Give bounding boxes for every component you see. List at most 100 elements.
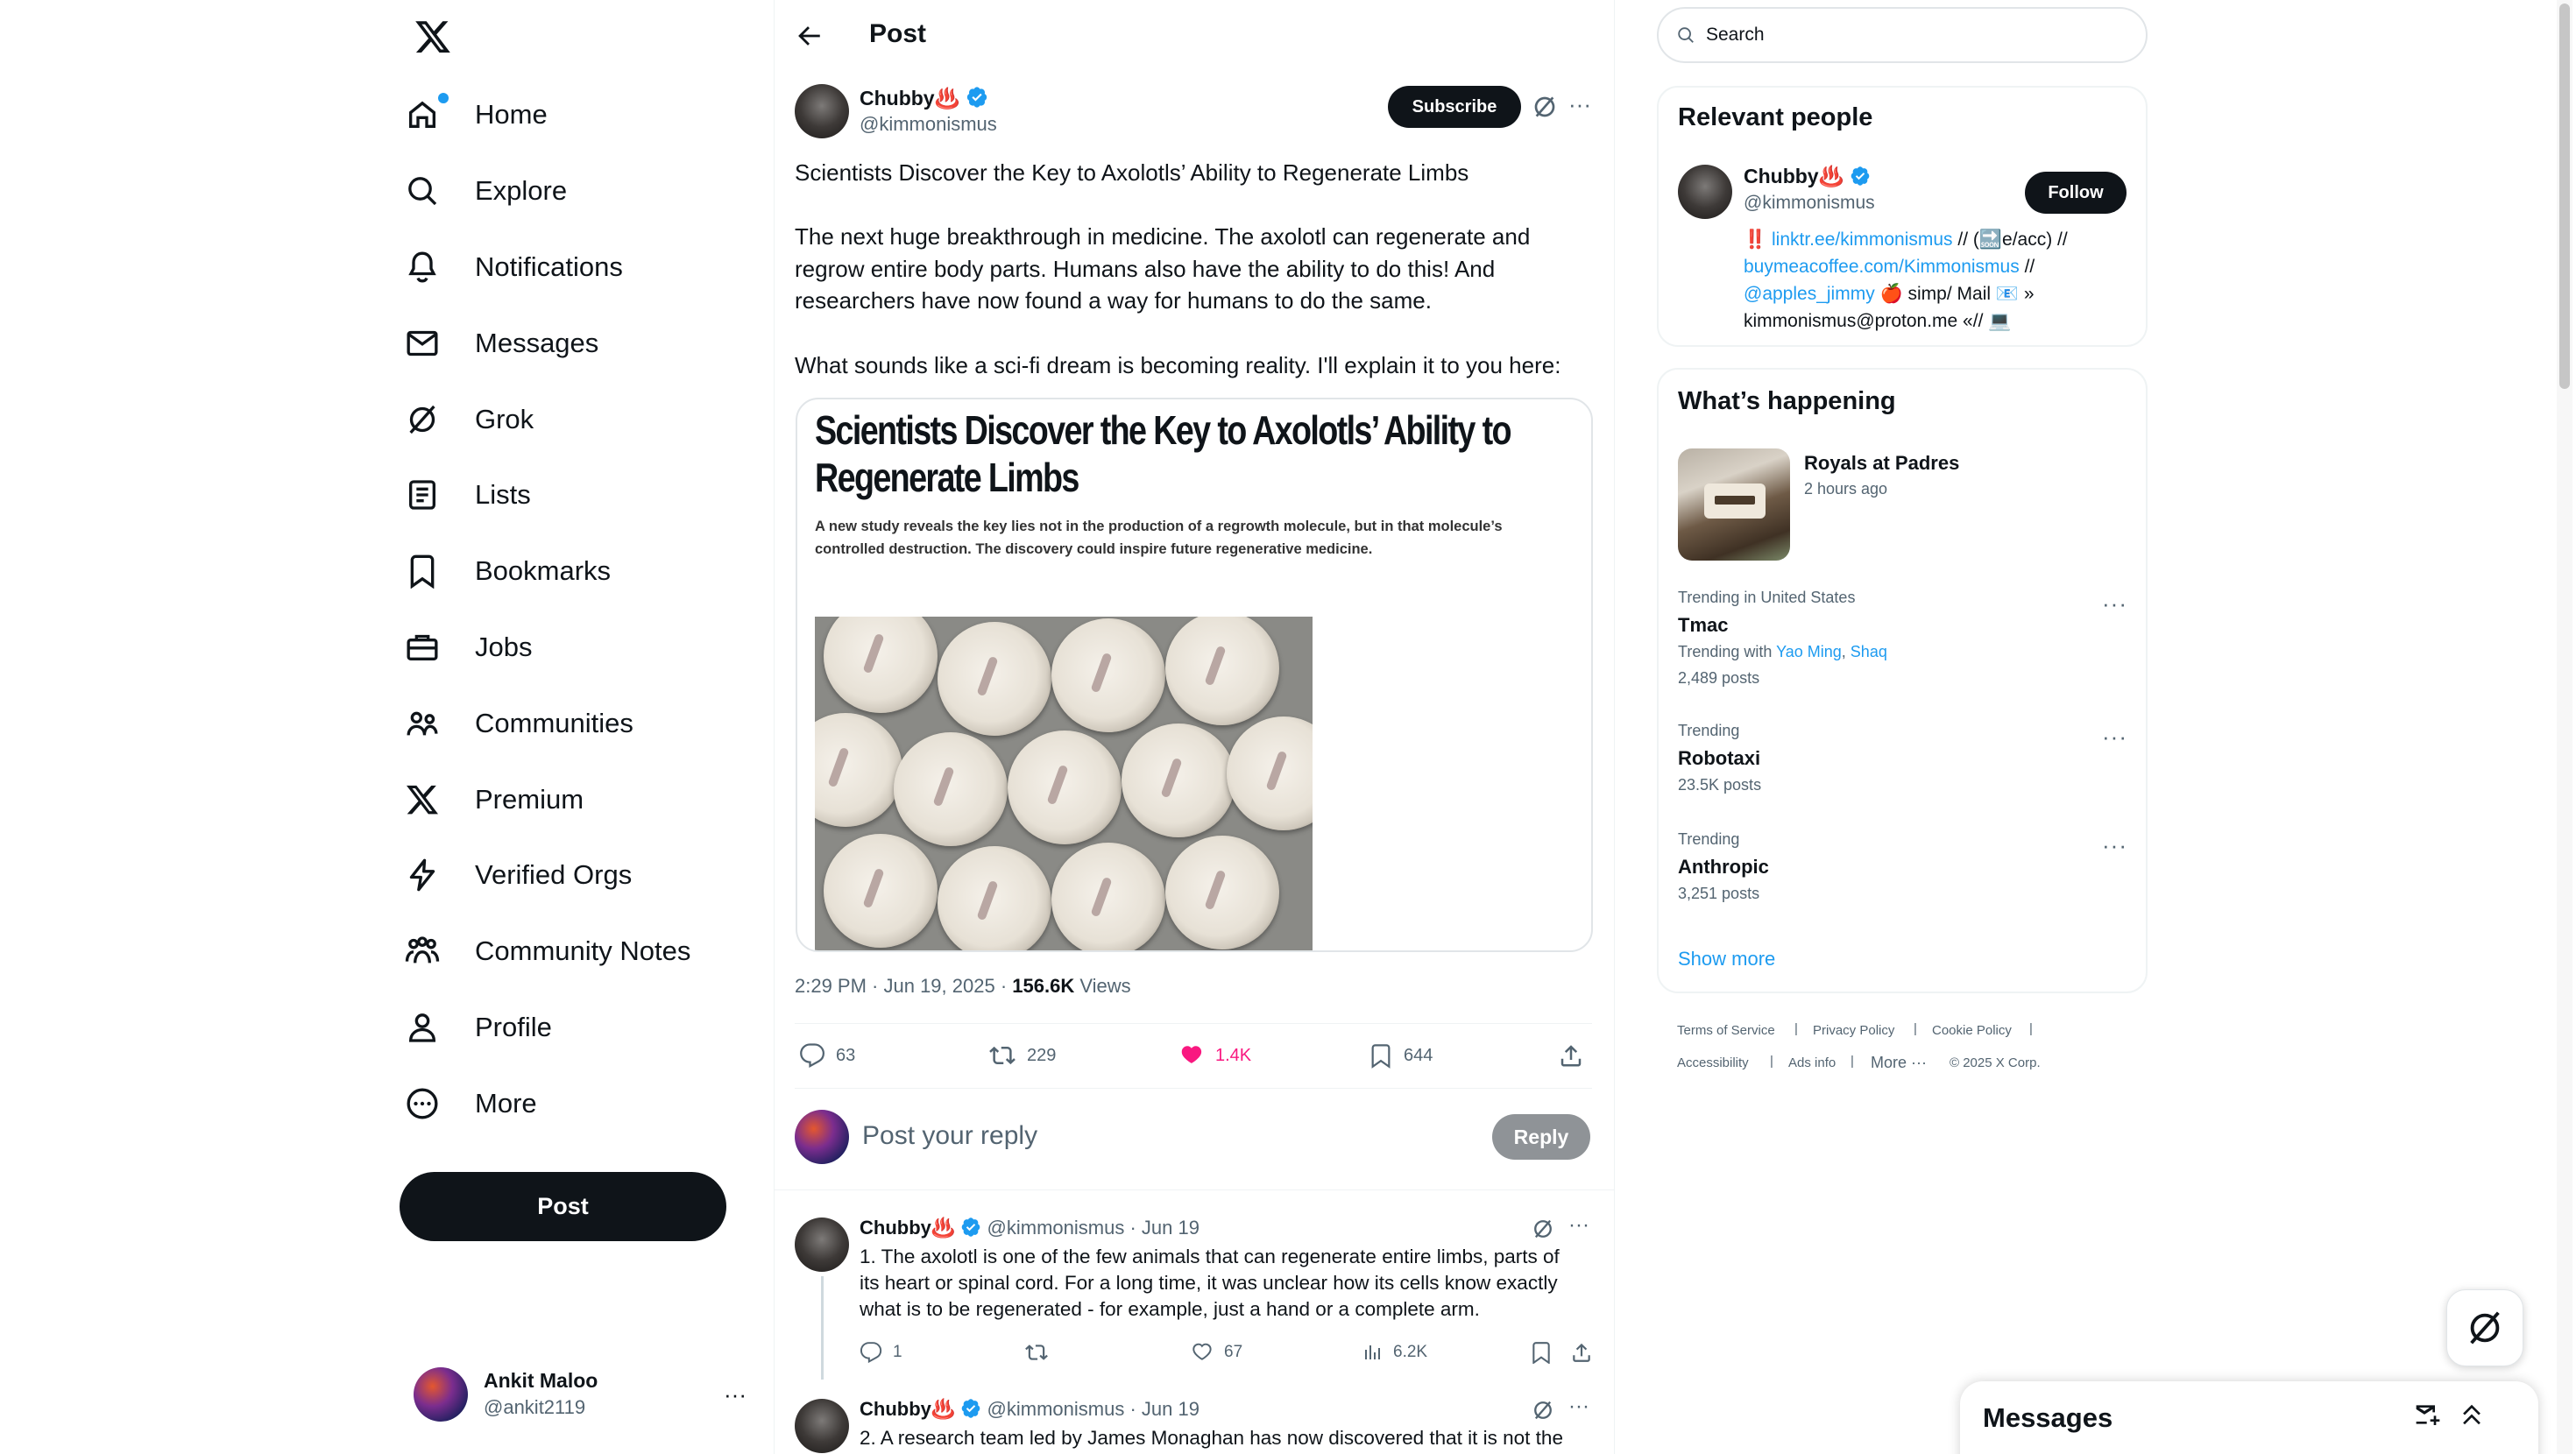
trend-more-icon[interactable]: ··· (2102, 723, 2127, 751)
thread-reply-action[interactable]: 1 (860, 1341, 902, 1364)
author-handle[interactable]: @kimmonismus (860, 113, 997, 136)
thread-more-icon[interactable]: ··· (1568, 1213, 1589, 1238)
trend-posts: 2,489 posts (1678, 669, 1760, 687)
author-name[interactable]: Chubby♨️ (860, 86, 988, 110)
trend-more-icon[interactable]: ··· (2102, 832, 2127, 859)
messages-drawer-title: Messages (1983, 1402, 2113, 1433)
post-text-line: Scientists Discover the Key to Axolotls’… (795, 159, 1469, 186)
thread-like-action[interactable]: 67 (1191, 1341, 1242, 1364)
bio-link[interactable]: linktr.ee/kimmonismus (1772, 229, 1953, 250)
sidebar-item-messages[interactable]: Messages (405, 313, 598, 374)
thread-more-icon[interactable]: ··· (1568, 1394, 1589, 1419)
thread-author-name[interactable]: Chubby♨️ (860, 1217, 955, 1239)
trend-with-link[interactable]: Shaq (1851, 643, 1887, 660)
relevant-avatar[interactable] (1678, 165, 1732, 219)
relevant-people-card: Relevant people Chubby♨️ @kimmonismus Fo… (1657, 86, 2148, 347)
thread-header: Chubby♨️ @kimmonismus · Jun 19 (860, 1217, 1200, 1239)
bookmark-icon[interactable] (1530, 1341, 1553, 1368)
trend-name: Anthropic (1678, 856, 1769, 878)
thread-handle[interactable]: @kimmonismus (987, 1398, 1125, 1420)
reply-icon (800, 1043, 825, 1069)
footer-more-link[interactable]: More ··· (1871, 1054, 1927, 1072)
user-avatar (795, 1110, 849, 1164)
scrollbar-thumb[interactable] (2559, 4, 2570, 389)
trend-item[interactable]: Trending Robotaxi 23.5K posts ··· (1678, 722, 2134, 809)
follow-button[interactable]: Follow (2025, 172, 2127, 214)
thread-views-action[interactable]: 6.2K (1362, 1341, 1427, 1364)
sidebar-item-notifications[interactable]: Notifications (405, 236, 623, 298)
trend-item[interactable]: Trending Anthropic 3,251 posts ··· (1678, 830, 2134, 918)
sidebar-item-more[interactable]: More (405, 1073, 537, 1134)
trend-item[interactable]: Trending in United States Tmac Trending … (1678, 589, 2134, 702)
messages-drawer[interactable]: Messages (1960, 1381, 2538, 1454)
footer-link[interactable]: Terms of Service (1677, 1023, 1775, 1038)
sidebar-item-premium[interactable]: Premium (405, 769, 584, 830)
bell-icon (405, 250, 440, 285)
relevant-name[interactable]: Chubby♨️ (1744, 165, 1871, 188)
thread-date[interactable]: · Jun 19 (1129, 1217, 1200, 1239)
thread-repost-action[interactable] (1024, 1341, 1049, 1364)
trend-context: Trending in United States (1678, 589, 1856, 606)
sidebar-item-explore[interactable]: Explore (405, 160, 567, 222)
back-arrow-icon[interactable] (794, 21, 824, 51)
thread-avatar[interactable] (795, 1218, 849, 1272)
sidebar-item-home[interactable]: Home (405, 84, 548, 145)
account-more-icon[interactable]: ··· (724, 1381, 747, 1408)
sidebar-item-community-notes[interactable]: Community Notes (405, 921, 690, 982)
author-name-text: Chubby♨️ (860, 87, 960, 109)
event-item[interactable]: Royals at Padres 2 hours ago (1678, 448, 2134, 562)
reply-input[interactable]: Post your reply (862, 1121, 1476, 1151)
reply-action[interactable]: 63 (799, 1042, 855, 1069)
sidebar-item-verified-orgs[interactable]: Verified Orgs (405, 844, 632, 906)
grok-icon[interactable] (1531, 93, 1559, 121)
bio-link[interactable]: @apples_jimmy (1744, 284, 1875, 304)
share-icon[interactable] (1558, 1042, 1584, 1069)
like-action[interactable]: 1.4K (1178, 1042, 1251, 1069)
x-logo-icon[interactable] (414, 18, 452, 56)
repost-action[interactable]: 229 (988, 1042, 1056, 1069)
grok-icon[interactable] (1531, 1217, 1555, 1246)
trend-more-icon[interactable]: ··· (2102, 590, 2127, 618)
author-avatar[interactable] (795, 84, 849, 138)
reply-button[interactable]: Reply (1492, 1114, 1590, 1160)
footer-link[interactable]: Ads info (1788, 1055, 1836, 1070)
relevant-handle[interactable]: @kimmonismus (1744, 193, 1875, 214)
sidebar-item-communities[interactable]: Communities (405, 693, 633, 754)
sidebar-item-bookmarks[interactable]: Bookmarks (405, 540, 611, 602)
sidebar-item-label: Premium (475, 784, 584, 815)
x-logo-icon (405, 782, 440, 817)
footer-link[interactable]: Cookie Policy (1932, 1023, 2012, 1038)
expand-chevron-icon[interactable] (2458, 1401, 2486, 1433)
post-timestamp[interactable]: 2:29 PM · Jun 19, 2025 · (795, 975, 1012, 997)
post-more-icon[interactable]: ··· (1568, 91, 1591, 118)
sidebar-item-grok[interactable]: Grok (405, 389, 534, 450)
event-time: 2 hours ago (1804, 480, 1888, 498)
thread-reply[interactable]: Chubby♨️ @kimmonismus · Jun 19 ··· 2. A … (795, 1394, 1592, 1454)
bio-link[interactable]: buymeacoffee.com/Kimmonismus (1744, 257, 2020, 277)
share-icon[interactable] (1570, 1341, 1593, 1368)
trend-with-link[interactable]: Yao Ming (1776, 643, 1842, 660)
show-more-link[interactable]: Show more (1678, 948, 1775, 971)
post-button[interactable]: Post (400, 1172, 726, 1241)
footer-link[interactable]: Accessibility (1677, 1055, 1749, 1070)
grok-icon[interactable] (1531, 1398, 1555, 1427)
subscribe-button[interactable]: Subscribe (1388, 86, 1521, 128)
repost-count: 229 (1027, 1045, 1057, 1065)
new-message-icon[interactable] (2414, 1401, 2442, 1433)
article-image-card[interactable]: Scientists Discover the Key to Axolotls’… (796, 398, 1593, 952)
sidebar-item-lists[interactable]: Lists (405, 464, 531, 526)
thread-author-name[interactable]: Chubby♨️ (860, 1398, 955, 1420)
thread-avatar[interactable] (795, 1399, 849, 1453)
grok-floating-button[interactable] (2446, 1289, 2523, 1366)
thread-reply[interactable]: Chubby♨️ @kimmonismus · Jun 19 ··· 1. Th… (795, 1213, 1592, 1380)
footer-link[interactable]: Privacy Policy (1813, 1023, 1894, 1038)
trend-with: Trending with Yao Ming, Shaq (1678, 643, 1887, 660)
sidebar-item-jobs[interactable]: Jobs (405, 617, 532, 678)
trend-posts: 23.5K posts (1678, 776, 1762, 794)
bookmark-action[interactable]: 644 (1369, 1042, 1433, 1069)
thread-date[interactable]: · Jun 19 (1129, 1398, 1200, 1420)
sidebar-item-profile[interactable]: Profile (405, 997, 552, 1058)
thread-handle[interactable]: @kimmonismus (987, 1217, 1125, 1239)
search-input[interactable]: Search (1657, 7, 2148, 63)
account-switcher[interactable]: Ankit Maloo @ankit2119 ··· (412, 1362, 754, 1427)
